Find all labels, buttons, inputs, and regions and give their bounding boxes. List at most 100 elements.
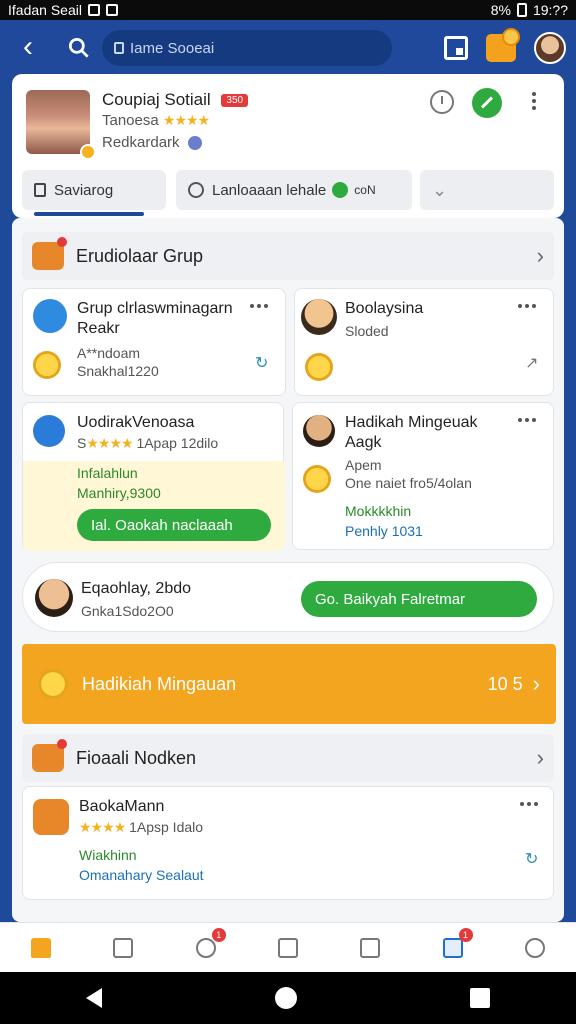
coin-icon [305,353,333,381]
avatar [301,299,337,335]
section-header[interactable]: Fioaali Nodken › [22,734,554,782]
profile-subtitle: Tanoesa ★★★★ [102,112,210,129]
section-title: Fioaali Nodken [76,747,197,768]
card-line: S [77,435,87,451]
card-line: A**ndoam [77,345,141,361]
card-line: Manhiry,9300 [77,485,161,501]
claim-button-label: Ial. Oaokah naclaaah [91,516,233,534]
rating-stars-icon: ★★★★ [162,112,210,128]
chevron-right-icon: › [536,745,544,770]
time-text: 19:?? [532,2,568,18]
coin-icon [303,465,331,493]
back-icon[interactable] [86,988,103,1008]
card-line: One naiet fro5/4olan [345,475,472,491]
group-card[interactable]: Grup clrlaswminagarn Reakr A**ndoam Snak… [22,288,286,396]
nav-home-icon[interactable] [27,934,55,962]
avatar[interactable] [534,32,566,64]
profile-card: Coupiaj Sotiail 350 Tanoesa ★★★★ Redkard… [12,74,564,218]
card-line: Sloded [345,323,389,339]
coin-icon [38,669,68,699]
gift-icon [33,799,69,835]
scan-icon[interactable] [444,36,468,60]
check-circle-icon [188,182,204,198]
system-nav [0,972,576,1024]
card-line: Mokkkkhin [345,503,412,519]
search-placeholder: Iame Sooeai [130,39,215,57]
more-icon[interactable] [518,304,536,308]
claim-button[interactable]: Ial. Oaokah naclaaah [77,509,271,541]
section-header[interactable]: Erudiolaar Grup › [22,232,554,280]
search-icon[interactable] [66,35,92,61]
card-line: Infalahlun [77,465,138,481]
tab-more[interactable]: ⌄ [420,170,554,210]
top-bar: ‹ Iame Sooeai [0,20,576,76]
profile-sub2: Redkardark [102,134,202,151]
battery-text: 8% [490,2,511,18]
status-bar: Ifadan Seail 8% 19:?? [0,0,576,20]
tab-lanloaaan[interactable]: Lanloaaan lehale coN [176,170,412,210]
nav-profile-icon[interactable] [521,934,549,962]
trend-icon[interactable]: ↗ [525,353,538,373]
refresh-icon[interactable]: ↻ [525,849,538,869]
chevron-right-icon: › [532,671,540,696]
notification-icon [87,4,100,16]
card-rating: ★★★★ 1Apsp Idalo [79,817,203,837]
tab-saviarog[interactable]: Saviarog [22,170,166,210]
badge-icon [80,144,96,160]
nav-chart-icon[interactable] [356,934,384,962]
item-card[interactable]: BaokaMann ★★★★ 1Apsp Idalo Wiakhinn Oman… [22,786,554,900]
more-icon[interactable] [532,92,536,110]
profile-name: Coupiaj Sotiail 350 [102,90,249,110]
profile-subtitle-text: Tanoesa [102,112,159,129]
card-line: Apem [345,457,382,473]
recents-icon[interactable] [469,988,490,1008]
card-line: Penhly 1031 [345,523,423,539]
profile-photo[interactable] [26,90,96,160]
search-input[interactable]: Iame Sooeai [102,30,392,66]
more-icon[interactable] [518,418,536,422]
tab-count: coN [354,183,376,197]
gift-icon[interactable] [486,28,520,62]
section-title: Erudiolaar Grup [76,245,204,266]
edit-icon[interactable] [472,88,502,118]
avatar [303,415,335,447]
chevron-down-icon: ⌄ [432,179,448,200]
nav-notification-icon[interactable]: 1 [192,927,226,962]
reward-card[interactable]: UodirakVenoasa S★★★★ 1Apap 12dilo Infala… [22,402,285,551]
clock-icon[interactable] [430,90,454,114]
card-line: Snakhal1220 [77,363,159,379]
card-line: Wiakhinn [79,847,137,863]
card-title: UodirakVenoasa [77,414,195,431]
lock-icon [114,42,124,54]
more-icon[interactable] [520,802,538,806]
card-title: Eqaohlay, 2bdo [81,580,192,597]
tab-row: Saviarog Lanloaaan lehale coN ⌄ [22,170,554,210]
nav-badge: 1 [458,927,473,942]
profile-name-text: Coupiaj Sotiail [102,90,211,109]
card-line: Omanahary Sealaut [79,867,204,883]
content-area: Erudiolaar Grup › Grup clrlaswminagarn R… [12,218,564,922]
promo-card[interactable]: Eqaohlay, 2bdo Gnka1Sdo2O0 Go. Baikyah F… [22,562,554,632]
action-button[interactable]: Go. Baikyah Falretmar [301,581,537,617]
nav-cards-icon[interactable]: 1 [439,927,473,962]
back-button[interactable]: ‹ [10,30,46,66]
tab-label: Lanloaaan lehale [212,181,327,199]
app-icon [105,4,118,16]
profile-badge: 350 [221,94,249,108]
verified-icon [187,136,202,151]
more-icon[interactable] [250,304,268,308]
reward-banner[interactable]: Hadikiah Mingauan 10 5 › [22,644,556,724]
group-card[interactable]: Boolaysina Sloded ↗ [294,288,554,396]
tab-label: Saviarog [54,181,114,199]
nav-list-icon[interactable] [274,934,302,962]
nav-building-icon[interactable] [109,934,137,962]
home-icon[interactable] [274,987,297,1009]
gift-icon [32,237,67,270]
gift-icon [32,739,67,772]
card-title: Hadikah Mingeuak Aagk [345,414,478,451]
refresh-icon[interactable]: ↻ [255,353,268,373]
nav-badge: 1 [211,927,226,942]
banner-label: Hadikiah Mingauan [82,673,237,694]
reward-card[interactable]: Hadikah Mingeuak Aagk Apem One naiet fro… [292,402,554,550]
bottom-nav: 1 1 [0,922,576,972]
